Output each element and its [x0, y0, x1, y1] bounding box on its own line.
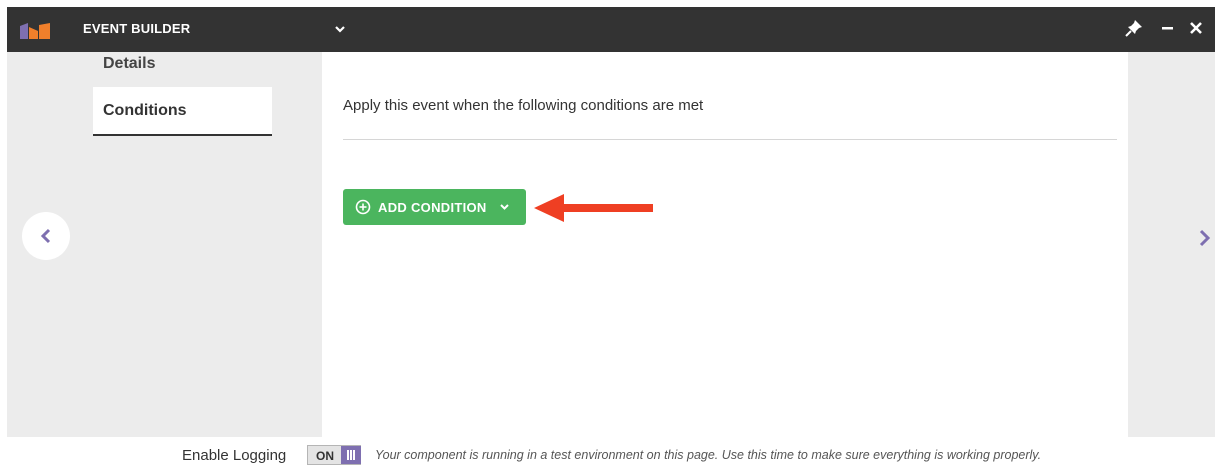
pin-icon[interactable]	[1123, 17, 1145, 39]
event-builder-window: EVENT BUILDER Details Conditions Apply t…	[7, 7, 1215, 437]
title-bar: EVENT BUILDER	[7, 7, 1215, 52]
sidebar-item-details[interactable]: Details	[93, 55, 272, 85]
chevron-down-icon[interactable]	[334, 19, 346, 39]
chevron-down-icon	[500, 204, 509, 210]
divider	[343, 139, 1117, 140]
arrow-left-icon	[534, 194, 653, 222]
window-title: EVENT BUILDER	[83, 21, 191, 36]
chevron-right-icon[interactable]	[1195, 225, 1215, 251]
minimize-icon[interactable]	[1157, 17, 1179, 39]
chevron-left-icon	[40, 228, 51, 244]
marketo-logo	[20, 23, 50, 39]
toggle-state-label: ON	[316, 449, 334, 463]
add-condition-label: ADD CONDITION	[378, 200, 487, 215]
test-environment-message: Your component is running in a test envi…	[375, 448, 1042, 462]
add-condition-button[interactable]: ADD CONDITION	[343, 189, 526, 225]
conditions-panel: Apply this event when the following cond…	[322, 52, 1128, 437]
logging-footer: Enable Logging ON Your component is runn…	[0, 437, 1215, 473]
sidebar-item-conditions[interactable]: Conditions	[93, 87, 272, 136]
toggle-grip-icon	[341, 446, 361, 464]
enable-logging-label: Enable Logging	[182, 447, 287, 464]
panel-heading: Apply this event when the following cond…	[343, 97, 704, 114]
plus-circle-icon	[355, 199, 371, 215]
previous-step-button[interactable]	[22, 212, 70, 260]
logging-toggle[interactable]: ON	[307, 445, 361, 465]
close-icon[interactable]	[1185, 17, 1207, 39]
